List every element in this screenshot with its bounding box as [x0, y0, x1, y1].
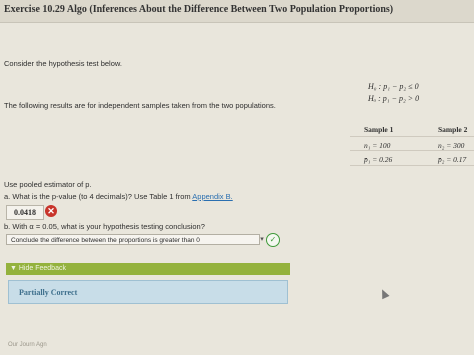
results-text: The following results are for independen…: [4, 101, 276, 110]
sample-1-header: Sample 1: [364, 125, 394, 134]
question-a-text: a. What is the p-value (to 4 decimals)? …: [4, 192, 193, 201]
table-divider: [350, 165, 474, 166]
table-divider: [350, 150, 474, 151]
check-circle-icon: ✓: [266, 233, 280, 247]
appendix-b-link[interactable]: Appendix B.: [192, 192, 232, 201]
x-circle-icon: ✕: [45, 205, 57, 217]
sample-1-n: n₁ = 100: [364, 141, 391, 150]
exercise-header: Exercise 10.29 Algo (Inferences About th…: [0, 0, 474, 23]
conclusion-select[interactable]: Conclude the difference between the prop…: [6, 234, 260, 245]
question-a: a. What is the p-value (to 4 decimals)? …: [4, 192, 233, 201]
p-value-answer-field[interactable]: 0.0418: [6, 205, 44, 220]
sample-2-pbar: p̄₂ = 0.17: [438, 155, 467, 164]
exercise-title: Exercise 10.29 Algo (Inferences About th…: [4, 4, 394, 15]
pooled-instruction: Use pooled estimator of p.: [4, 180, 92, 189]
sample-2-n: n₂ = 300: [438, 141, 465, 150]
table-divider: [350, 136, 474, 137]
footer-text: Our Journ Agn: [8, 342, 47, 348]
question-b: b. With α = 0.05, what is your hypothesi…: [4, 222, 205, 231]
sample-2-header: Sample 2: [438, 125, 468, 134]
feedback-status: Partially Correct: [19, 288, 78, 297]
sample-1-pbar: p̄₁ = 0.26: [364, 155, 393, 164]
mouse-pointer-icon: [378, 287, 390, 300]
hide-feedback-toggle[interactable]: ▼ Hide Feedback: [6, 263, 290, 275]
consider-text: Consider the hypothesis test below.: [4, 59, 122, 68]
null-hypothesis: H₀ : p₁ − p₂ ≤ 0: [368, 82, 419, 91]
alternative-hypothesis: Hₐ : p₁ − p₂ > 0: [368, 94, 420, 103]
